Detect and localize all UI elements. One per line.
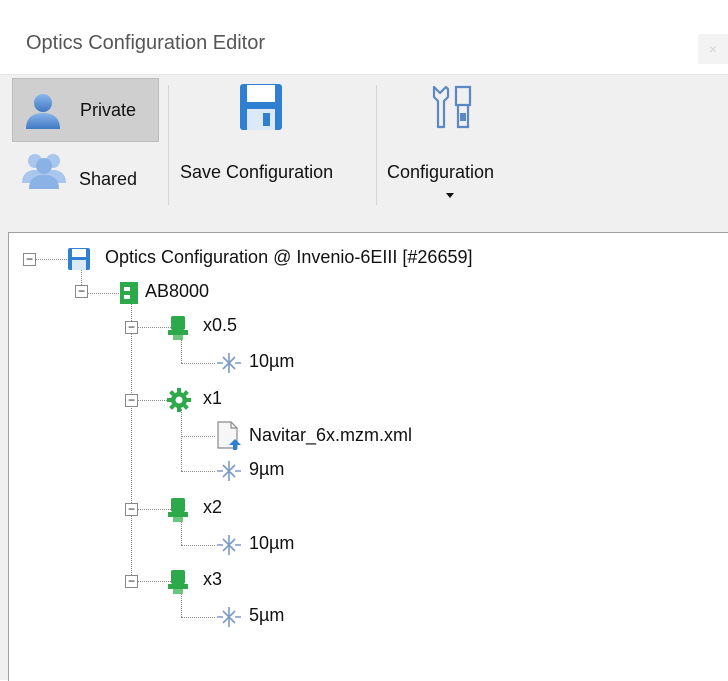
collapse-toggle[interactable]: − xyxy=(125,503,138,516)
pixel-size-icon xyxy=(215,351,243,375)
objective-icon xyxy=(167,569,189,595)
tree-node-label: x0.5 xyxy=(203,315,238,335)
window-title: Optics Configuration Editor xyxy=(26,32,266,54)
tree-connector xyxy=(181,471,215,472)
tree-connector xyxy=(131,301,132,579)
pixel-size-icon xyxy=(215,459,243,483)
tree-node-label: Optics Configuration @ Invenio-6EIII [#2… xyxy=(105,247,473,267)
save-configuration-button[interactable]: Save Configuration xyxy=(172,83,372,203)
configuration-label: Configuration xyxy=(387,162,495,182)
floppy-disk-icon xyxy=(239,83,283,131)
configuration-dropdown-button[interactable]: Configuration xyxy=(380,83,528,203)
private-label: Private xyxy=(80,100,137,120)
shared-button[interactable]: Shared xyxy=(12,143,159,205)
tree-node-label: x1 xyxy=(203,388,223,408)
collapse-toggle[interactable]: − xyxy=(125,321,138,334)
configuration-file-icon xyxy=(67,247,93,271)
optics-configuration-editor-window: Optics Configuration Editor × Private Sh… xyxy=(0,0,728,681)
tree-node-label: Navitar_6x.mzm.xml xyxy=(249,425,413,445)
tree-node-label: 5µm xyxy=(249,605,285,625)
document-icon xyxy=(215,421,241,451)
tree-connector xyxy=(181,545,215,546)
tree-node-label: x2 xyxy=(203,497,223,517)
toolbar: Private Shared Save Configuration Config… xyxy=(0,75,728,230)
close-icon: × xyxy=(708,41,718,57)
gear-icon xyxy=(167,388,191,412)
collapse-toggle[interactable]: − xyxy=(125,394,138,407)
title-bar: Optics Configuration Editor × xyxy=(0,0,728,75)
tree-connector xyxy=(181,617,215,618)
collapse-toggle[interactable]: − xyxy=(125,575,138,588)
toolbar-separator xyxy=(376,85,377,205)
close-button[interactable]: × xyxy=(698,34,728,64)
tools-icon xyxy=(430,83,476,131)
toolbar-separator xyxy=(168,85,169,205)
pixel-size-icon xyxy=(215,533,243,557)
shared-label: Shared xyxy=(79,169,138,189)
tree-node-label: 9µm xyxy=(249,459,285,479)
objective-icon xyxy=(167,315,189,341)
private-button[interactable]: Private xyxy=(12,78,159,142)
collapse-toggle[interactable]: − xyxy=(75,285,88,298)
tree-connector xyxy=(181,363,215,364)
save-configuration-label: Save Configuration xyxy=(180,162,334,182)
pixel-size-icon xyxy=(215,605,243,629)
users-icon xyxy=(22,149,66,189)
device-icon xyxy=(119,281,139,305)
tree-node-label: AB8000 xyxy=(145,281,210,301)
tree-connector xyxy=(181,409,182,471)
collapse-toggle[interactable]: − xyxy=(23,253,36,266)
tree-connector xyxy=(181,436,215,437)
tree-node-label: 10µm xyxy=(249,533,295,553)
chevron-down-icon xyxy=(446,193,454,198)
user-icon xyxy=(23,91,63,131)
configuration-tree: − − − − − − Optics Configuration @ Inven… xyxy=(8,232,728,681)
tree-node-label: 10µm xyxy=(249,351,295,371)
tree-node-label: x3 xyxy=(203,569,223,589)
objective-icon xyxy=(167,497,189,523)
